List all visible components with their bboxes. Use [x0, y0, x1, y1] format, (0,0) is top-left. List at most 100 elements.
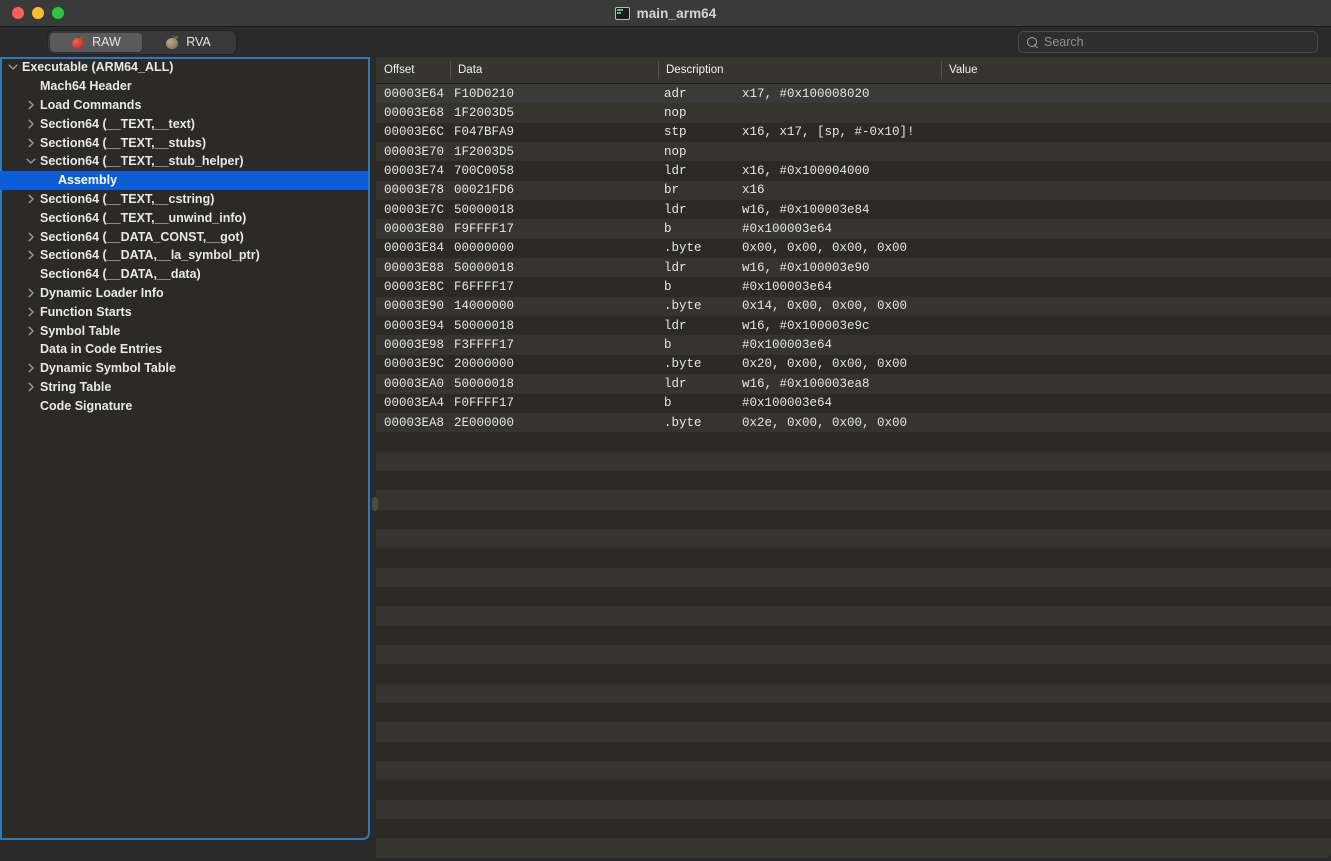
window-title: main_arm64 — [636, 5, 717, 21]
tab-raw[interactable]: RAW — [50, 32, 142, 52]
cell-operands: w16, #0x100003e9c — [742, 318, 870, 333]
table-row[interactable]: 00003E88 50000018 ldr w16, #0x100003e90 — [376, 258, 1331, 278]
table-row[interactable]: 00003EA8 2E000000 .byte 0x2e, 0x00, 0x00, 0… — [376, 412, 1331, 433]
window-title-group: main_arm64 — [0, 0, 1331, 26]
cell-offset: 00003E80 — [384, 222, 445, 237]
table-row[interactable]: 00003EA0 50000018 ldr w16, #0x100003ea8 — [376, 374, 1331, 394]
table-row[interactable]: 00003E6C F047BFA9 stp x16, x17, [sp, #-0x10… — [376, 122, 1331, 143]
table-row-empty — [376, 780, 1331, 800]
table-row[interactable]: 00003E7C 50000018 ldr w16, #0x100003e84 — [376, 200, 1331, 220]
table-row-empty — [376, 703, 1331, 723]
search-input[interactable] — [1044, 35, 1309, 49]
chevron-right-icon[interactable] — [24, 232, 38, 242]
tree-item-assembly[interactable]: Assembly — [0, 170, 368, 190]
table-row-empty — [376, 432, 1331, 452]
table-row[interactable]: 00003E84 00000000 .byte 0x00, 0x00, 0x00, 0… — [376, 238, 1331, 259]
tree-item-label: Section64 (__DATA_CONST,__got) — [40, 229, 244, 244]
table-row[interactable]: 00003E78 00021FD6 br x16 — [376, 180, 1331, 201]
table-row[interactable]: 00003E9C 20000000 .byte 0x20, 0x00, 0x00, 0… — [376, 354, 1331, 375]
column-header-description[interactable]: Description — [658, 57, 941, 83]
sidebar: Executable (ARM64_ALL) Mach64 Header Load … — [0, 57, 370, 840]
cell-mnemonic: ldr — [664, 260, 687, 275]
table-body: 00003E64 F10D0210 adr x17, #0x100008020 0000… — [376, 84, 1331, 858]
table-row[interactable]: 00003E64 F10D0210 adr x17, #0x100008020 — [376, 84, 1331, 104]
tree-item-section64-data-const-got[interactable]: Section64 (__DATA_CONST,__got) — [0, 227, 368, 246]
column-header-data[interactable]: Data — [450, 57, 658, 83]
tab-rva[interactable]: RVA — [142, 33, 234, 52]
chevron-down-icon[interactable] — [6, 64, 20, 71]
table-row-empty — [376, 567, 1331, 587]
cell-data: 1F2003D5 — [454, 144, 515, 159]
chevron-right-icon[interactable] — [24, 307, 38, 317]
table-row-empty — [376, 586, 1331, 607]
chevron-right-icon[interactable] — [24, 250, 38, 260]
cell-offset: 00003E9C — [384, 357, 445, 372]
table-row[interactable]: 00003E98 F3FFFF17 b #0x100003e64 — [376, 335, 1331, 355]
tree-item-label: Mach64 Header — [40, 79, 132, 94]
tree-item-data-in-code-entries[interactable]: Data in Code Entries — [0, 340, 368, 359]
cell-mnemonic: b — [664, 396, 672, 411]
table-row[interactable]: 00003EA4 F0FFFF17 b #0x100003e64 — [376, 393, 1331, 413]
cell-offset: 00003E90 — [384, 299, 445, 314]
table-row[interactable]: 00003E68 1F2003D5 nop — [376, 103, 1331, 123]
apple-icon-gray — [165, 34, 179, 49]
tree-item-label: Symbol Table — [40, 323, 121, 338]
cell-operands: w16, #0x100003e90 — [742, 260, 870, 275]
chevron-right-icon[interactable] — [24, 194, 38, 204]
tree-item-dynamic-symbol-table[interactable]: Dynamic Symbol Table — [0, 359, 368, 378]
minimize-button[interactable] — [32, 7, 44, 19]
search-field[interactable] — [1018, 31, 1318, 53]
cell-data: 50000018 — [454, 318, 515, 333]
tree-item-label: Section64 (__TEXT,__cstring) — [40, 191, 215, 206]
close-button[interactable] — [12, 7, 24, 19]
tree-item-section64-text-text[interactable]: Section64 (__TEXT,__text) — [0, 114, 368, 133]
tree-item-string-table[interactable]: String Table — [0, 378, 368, 397]
table-row[interactable]: 00003E94 50000018 ldr w16, #0x100003e9c — [376, 316, 1331, 336]
cell-mnemonic: nop — [664, 144, 687, 159]
table-row[interactable]: 00003E80 F9FFFF17 b #0x100003e64 — [376, 219, 1331, 239]
chevron-right-icon[interactable] — [24, 288, 38, 298]
column-header-offset[interactable]: Offset — [376, 57, 450, 83]
tree-item-section64-text-stubs[interactable]: Section64 (__TEXT,__stubs) — [0, 133, 368, 152]
tree-item-mach64-header[interactable]: Mach64 Header — [0, 77, 368, 96]
cell-mnemonic: stp — [664, 125, 687, 140]
tree-item-executable-arm64-all[interactable]: Executable (ARM64_ALL) — [0, 58, 368, 77]
tree-item-section64-text-unwind-info[interactable]: Section64 (__TEXT,__unwind_info) — [0, 208, 368, 227]
tree-item-section64-text-stub-helper[interactable]: Section64 (__TEXT,__stub_helper) — [0, 152, 368, 171]
column-header-value[interactable]: Value — [941, 57, 1331, 83]
tree-item-symbol-table[interactable]: Symbol Table — [0, 321, 368, 340]
tree-item-section64-data-data[interactable]: Section64 (__DATA,__data) — [0, 265, 368, 284]
maximize-button[interactable] — [52, 7, 64, 19]
cell-mnemonic: .byte — [664, 241, 702, 256]
tree-item-label: Section64 (__TEXT,__unwind_info) — [40, 210, 247, 225]
chevron-right-icon[interactable] — [24, 363, 38, 373]
tree-item-label: Load Commands — [40, 97, 142, 112]
tree-item-label: String Table — [40, 379, 112, 394]
table-row[interactable]: 00003E70 1F2003D5 nop — [376, 142, 1331, 162]
tree-item-section64-text-cstring[interactable]: Section64 (__TEXT,__cstring) — [0, 190, 368, 209]
search-field-wrapper — [1018, 31, 1318, 53]
cell-operands: #0x100003e64 — [742, 396, 833, 411]
tree-item-section64-data-la-symbol-ptr[interactable]: Section64 (__DATA,__la_symbol_ptr) — [0, 246, 368, 265]
cell-data: F3FFFF17 — [454, 338, 515, 353]
chevron-right-icon[interactable] — [24, 138, 38, 148]
vertical-scrollbar-thumb[interactable] — [372, 497, 378, 511]
tree-item-load-commands[interactable]: Load Commands — [0, 96, 368, 115]
tree-item-dynamic-loader-info[interactable]: Dynamic Loader Info — [0, 284, 368, 303]
chevron-right-icon[interactable] — [24, 100, 38, 110]
cell-operands: w16, #0x100003ea8 — [742, 376, 870, 391]
chevron-right-icon[interactable] — [24, 382, 38, 392]
tree-item-label: Code Signature — [40, 398, 133, 413]
table-row[interactable]: 00003E74 700C0058 ldr x16, #0x100004000 — [376, 161, 1331, 181]
table-row[interactable]: 00003E8C F6FFFF17 b #0x100003e64 — [376, 277, 1331, 297]
cell-data: 50000018 — [454, 202, 515, 217]
table-row[interactable]: 00003E90 14000000 .byte 0x14, 0x00, 0x00, 0… — [376, 296, 1331, 317]
tree-item-code-signature[interactable]: Code Signature — [0, 396, 368, 415]
chevron-down-icon[interactable] — [24, 158, 38, 165]
cell-offset: 00003E88 — [384, 260, 445, 275]
chevron-right-icon[interactable] — [24, 119, 38, 129]
cell-offset: 00003EA0 — [384, 376, 445, 391]
cell-data: 2E000000 — [454, 415, 515, 430]
chevron-right-icon[interactable] — [24, 326, 38, 336]
tree-item-function-starts[interactable]: Function Starts — [0, 302, 368, 321]
